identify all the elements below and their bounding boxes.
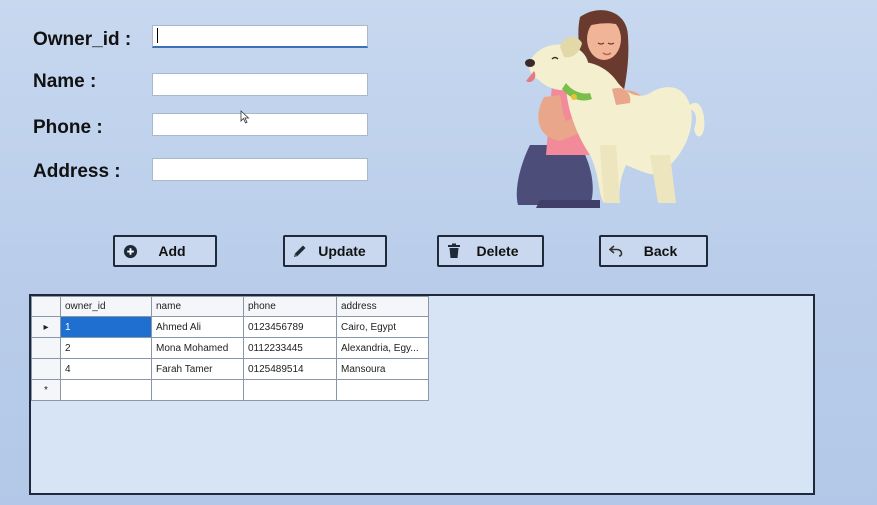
table-cell[interactable]: Cairo, Egypt bbox=[336, 316, 429, 338]
owners-data-grid[interactable]: owner_id name phone address ▸ 1 Ahmed Al… bbox=[29, 294, 815, 495]
table-cell[interactable] bbox=[151, 379, 244, 401]
address-label: Address : bbox=[33, 161, 121, 182]
table-cell[interactable]: Mona Mohamed bbox=[151, 337, 244, 359]
woman-hugging-dog-illustration bbox=[516, 10, 705, 208]
name-label: Name : bbox=[33, 71, 97, 92]
table-row[interactable]: 4 Farah Tamer 0125489514 Mansoura bbox=[31, 358, 429, 380]
table-cell[interactable]: 0123456789 bbox=[243, 316, 337, 338]
table-row[interactable]: 2 Mona Mohamed 0112233445 Alexandria, Eg… bbox=[31, 337, 429, 359]
table-cell[interactable]: 4 bbox=[60, 358, 152, 380]
update-button-label: Update bbox=[318, 243, 366, 259]
table-cell[interactable]: Mansoura bbox=[336, 358, 429, 380]
phone-input[interactable] bbox=[152, 113, 368, 136]
column-header-owner-id[interactable]: owner_id bbox=[60, 296, 152, 317]
grid-corner-cell bbox=[31, 296, 61, 317]
row-header-current[interactable]: ▸ bbox=[31, 316, 61, 338]
row-header[interactable] bbox=[31, 358, 61, 380]
pencil-icon bbox=[291, 242, 309, 260]
table-cell[interactable]: 0125489514 bbox=[243, 358, 337, 380]
plus-circle-icon bbox=[121, 242, 139, 260]
new-row[interactable]: * bbox=[31, 379, 429, 401]
table-cell[interactable]: 0112233445 bbox=[243, 337, 337, 359]
table-cell[interactable] bbox=[243, 379, 337, 401]
trash-icon bbox=[445, 242, 463, 260]
undo-arrow-icon bbox=[607, 242, 625, 260]
row-header-new[interactable]: * bbox=[31, 379, 61, 401]
column-header-address[interactable]: address bbox=[336, 296, 429, 317]
delete-button[interactable]: Delete bbox=[437, 235, 544, 267]
delete-button-label: Delete bbox=[476, 243, 519, 259]
phone-label: Phone : bbox=[33, 117, 103, 138]
table-row[interactable]: ▸ 1 Ahmed Ali 0123456789 Cairo, Egypt bbox=[31, 316, 429, 338]
column-header-name[interactable]: name bbox=[151, 296, 244, 317]
table-cell[interactable]: 1 bbox=[60, 316, 152, 338]
table-cell[interactable] bbox=[60, 379, 152, 401]
mouse-pointer-icon bbox=[240, 110, 250, 124]
update-button[interactable]: Update bbox=[283, 235, 387, 267]
back-button[interactable]: Back bbox=[599, 235, 708, 267]
add-button[interactable]: Add bbox=[113, 235, 217, 267]
row-header[interactable] bbox=[31, 337, 61, 359]
address-input[interactable] bbox=[152, 158, 368, 181]
name-input[interactable] bbox=[152, 73, 368, 96]
column-header-phone[interactable]: phone bbox=[243, 296, 337, 317]
table-cell[interactable]: Farah Tamer bbox=[151, 358, 244, 380]
table-cell[interactable]: 2 bbox=[60, 337, 152, 359]
text-caret bbox=[157, 28, 158, 43]
owner-id-label: Owner_id : bbox=[33, 29, 132, 50]
table-cell[interactable]: Alexandria, Egy... bbox=[336, 337, 429, 359]
add-button-label: Add bbox=[158, 243, 186, 259]
owner-id-input[interactable] bbox=[152, 25, 368, 48]
grid-header-row: owner_id name phone address bbox=[31, 296, 429, 317]
table-cell[interactable]: Ahmed Ali bbox=[151, 316, 244, 338]
table-cell[interactable] bbox=[336, 379, 429, 401]
back-button-label: Back bbox=[643, 243, 678, 259]
